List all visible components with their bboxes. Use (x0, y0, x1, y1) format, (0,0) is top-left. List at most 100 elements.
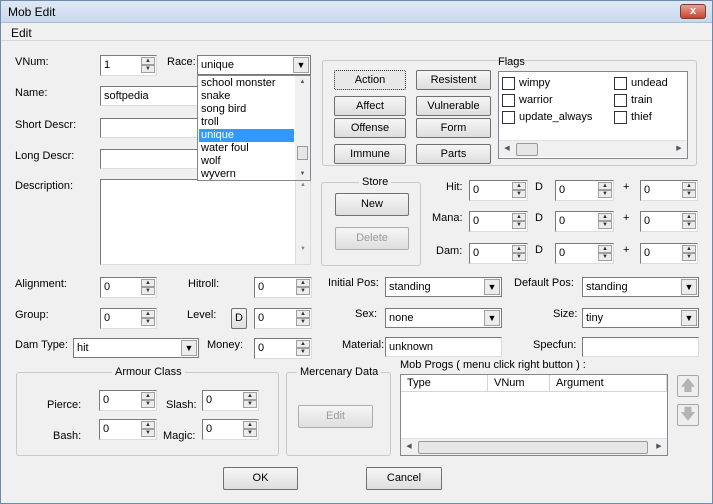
level-spinner[interactable]: 0 ▲ ▼ (254, 308, 312, 329)
spin-up-icon[interactable]: ▲ (243, 421, 257, 429)
mana-bonus-spinner[interactable]: 0 ▲ ▼ (640, 211, 698, 232)
spin-down-icon[interactable]: ▼ (512, 190, 526, 198)
race-option[interactable]: wolf (199, 155, 221, 168)
flags-list[interactable]: wimpy warrior update_always undead train… (498, 71, 688, 159)
column-argument[interactable]: Argument (550, 375, 667, 392)
ok-button[interactable]: OK (223, 467, 298, 490)
close-button[interactable]: x (680, 4, 706, 19)
race-select[interactable]: unique ▼ (197, 55, 311, 75)
slash-spinner[interactable]: 0 ▲ ▼ (202, 390, 259, 411)
flag-checkbox[interactable] (614, 111, 627, 124)
action-button[interactable]: Action (334, 70, 406, 90)
scroll-right-icon[interactable]: ▶ (651, 439, 667, 455)
race-option[interactable]: water foul (199, 142, 249, 155)
spin-down-icon[interactable]: ▼ (141, 400, 155, 408)
specfun-input[interactable] (582, 337, 699, 357)
store-new-button[interactable]: New (335, 193, 409, 216)
flag-checkbox[interactable] (502, 94, 515, 107)
mercenary-edit-button[interactable]: Edit (298, 405, 373, 428)
vnum-spinner[interactable]: 1 ▲ ▼ (100, 55, 157, 76)
magic-spinner[interactable]: 0 ▲ ▼ (202, 419, 259, 440)
spin-up-icon[interactable]: ▲ (141, 57, 155, 65)
spin-down-icon[interactable]: ▼ (141, 318, 155, 326)
spin-up-icon[interactable]: ▲ (512, 182, 526, 190)
spin-down-icon[interactable]: ▼ (141, 429, 155, 437)
spin-down-icon[interactable]: ▼ (296, 287, 310, 295)
mobprogs-list[interactable]: Type VNum Argument ◀ ▶ (400, 374, 668, 456)
hit-number-spinner[interactable]: 0 ▲ ▼ (469, 180, 528, 201)
chevron-down-icon[interactable]: ▼ (681, 279, 697, 295)
spin-down-icon[interactable]: ▼ (512, 221, 526, 229)
sex-select[interactable]: none ▼ (385, 308, 502, 328)
initpos-select[interactable]: standing ▼ (385, 277, 502, 297)
scroll-left-icon[interactable]: ◀ (401, 439, 417, 455)
spin-up-icon[interactable]: ▲ (141, 421, 155, 429)
offense-button[interactable]: Offense (334, 118, 406, 138)
store-delete-button[interactable]: Delete (335, 227, 409, 250)
dam-number-spinner[interactable]: 0 ▲ ▼ (469, 243, 528, 264)
spin-up-icon[interactable]: ▲ (598, 182, 612, 190)
spin-up-icon[interactable]: ▲ (682, 245, 696, 253)
immune-button[interactable]: Immune (334, 144, 406, 164)
money-spinner[interactable]: 0 ▲ ▼ (254, 338, 312, 359)
chevron-down-icon[interactable]: ▼ (181, 340, 197, 356)
description-scrollbar[interactable]: ▲ ▼ (295, 180, 310, 264)
spin-up-icon[interactable]: ▲ (141, 392, 155, 400)
spin-up-icon[interactable]: ▲ (141, 310, 155, 318)
spin-down-icon[interactable]: ▼ (682, 253, 696, 261)
spin-down-icon[interactable]: ▼ (682, 190, 696, 198)
damtype-select[interactable]: hit ▼ (73, 338, 199, 358)
spin-down-icon[interactable]: ▼ (243, 400, 257, 408)
spin-up-icon[interactable]: ▲ (598, 245, 612, 253)
flag-checkbox[interactable] (502, 77, 515, 90)
spin-up-icon[interactable]: ▲ (296, 340, 310, 348)
material-input[interactable]: unknown (385, 337, 502, 357)
flag-checkbox[interactable] (502, 111, 515, 124)
description-textarea[interactable] (100, 179, 311, 265)
dam-bonus-spinner[interactable]: 0 ▲ ▼ (640, 243, 698, 264)
defpos-select[interactable]: standing ▼ (582, 277, 699, 297)
flag-checkbox[interactable] (614, 94, 627, 107)
spin-up-icon[interactable]: ▲ (598, 213, 612, 221)
cancel-button[interactable]: Cancel (366, 467, 442, 490)
race-option[interactable]: wyvern (199, 168, 236, 181)
scroll-thumb[interactable] (418, 441, 648, 454)
column-type[interactable]: Type (401, 375, 488, 392)
spin-up-icon[interactable]: ▲ (296, 310, 310, 318)
race-option[interactable]: song bird (199, 103, 246, 116)
spin-up-icon[interactable]: ▲ (512, 245, 526, 253)
size-select[interactable]: tiny ▼ (582, 308, 699, 328)
spin-down-icon[interactable]: ▼ (682, 221, 696, 229)
move-down-button[interactable]: 🡇 (677, 404, 699, 426)
alignment-spinner[interactable]: 0 ▲ ▼ (100, 277, 157, 298)
flag-checkbox[interactable] (614, 77, 627, 90)
level-dice-button[interactable]: D (231, 308, 247, 329)
spin-down-icon[interactable]: ▼ (598, 221, 612, 229)
hit-bonus-spinner[interactable]: 0 ▲ ▼ (640, 180, 698, 201)
scroll-right-icon[interactable]: ▶ (671, 141, 687, 157)
resistent-button[interactable]: Resistent (416, 70, 491, 90)
chevron-down-icon[interactable]: ▼ (681, 310, 697, 326)
move-up-button[interactable]: 🡅 (677, 375, 699, 397)
spin-down-icon[interactable]: ▼ (296, 318, 310, 326)
spin-up-icon[interactable]: ▲ (141, 279, 155, 287)
hit-size-spinner[interactable]: 0 ▲ ▼ (555, 180, 614, 201)
spin-up-icon[interactable]: ▲ (512, 213, 526, 221)
group-spinner[interactable]: 0 ▲ ▼ (100, 308, 157, 329)
spin-up-icon[interactable]: ▲ (243, 392, 257, 400)
spin-down-icon[interactable]: ▼ (296, 348, 310, 356)
spin-down-icon[interactable]: ▼ (141, 65, 155, 73)
race-option[interactable]: school monster (199, 77, 276, 90)
spin-down-icon[interactable]: ▼ (243, 429, 257, 437)
chevron-down-icon[interactable]: ▼ (484, 310, 500, 326)
scroll-left-icon[interactable]: ◀ (499, 141, 515, 157)
spin-down-icon[interactable]: ▼ (598, 190, 612, 198)
race-option[interactable]: troll (199, 116, 219, 129)
hitroll-spinner[interactable]: 0 ▲ ▼ (254, 277, 312, 298)
spin-up-icon[interactable]: ▲ (296, 279, 310, 287)
mana-number-spinner[interactable]: 0 ▲ ▼ (469, 211, 528, 232)
mana-size-spinner[interactable]: 0 ▲ ▼ (555, 211, 614, 232)
column-vnum[interactable]: VNum (488, 375, 550, 392)
chevron-down-icon[interactable]: ▼ (484, 279, 500, 295)
form-button[interactable]: Form (416, 118, 491, 138)
